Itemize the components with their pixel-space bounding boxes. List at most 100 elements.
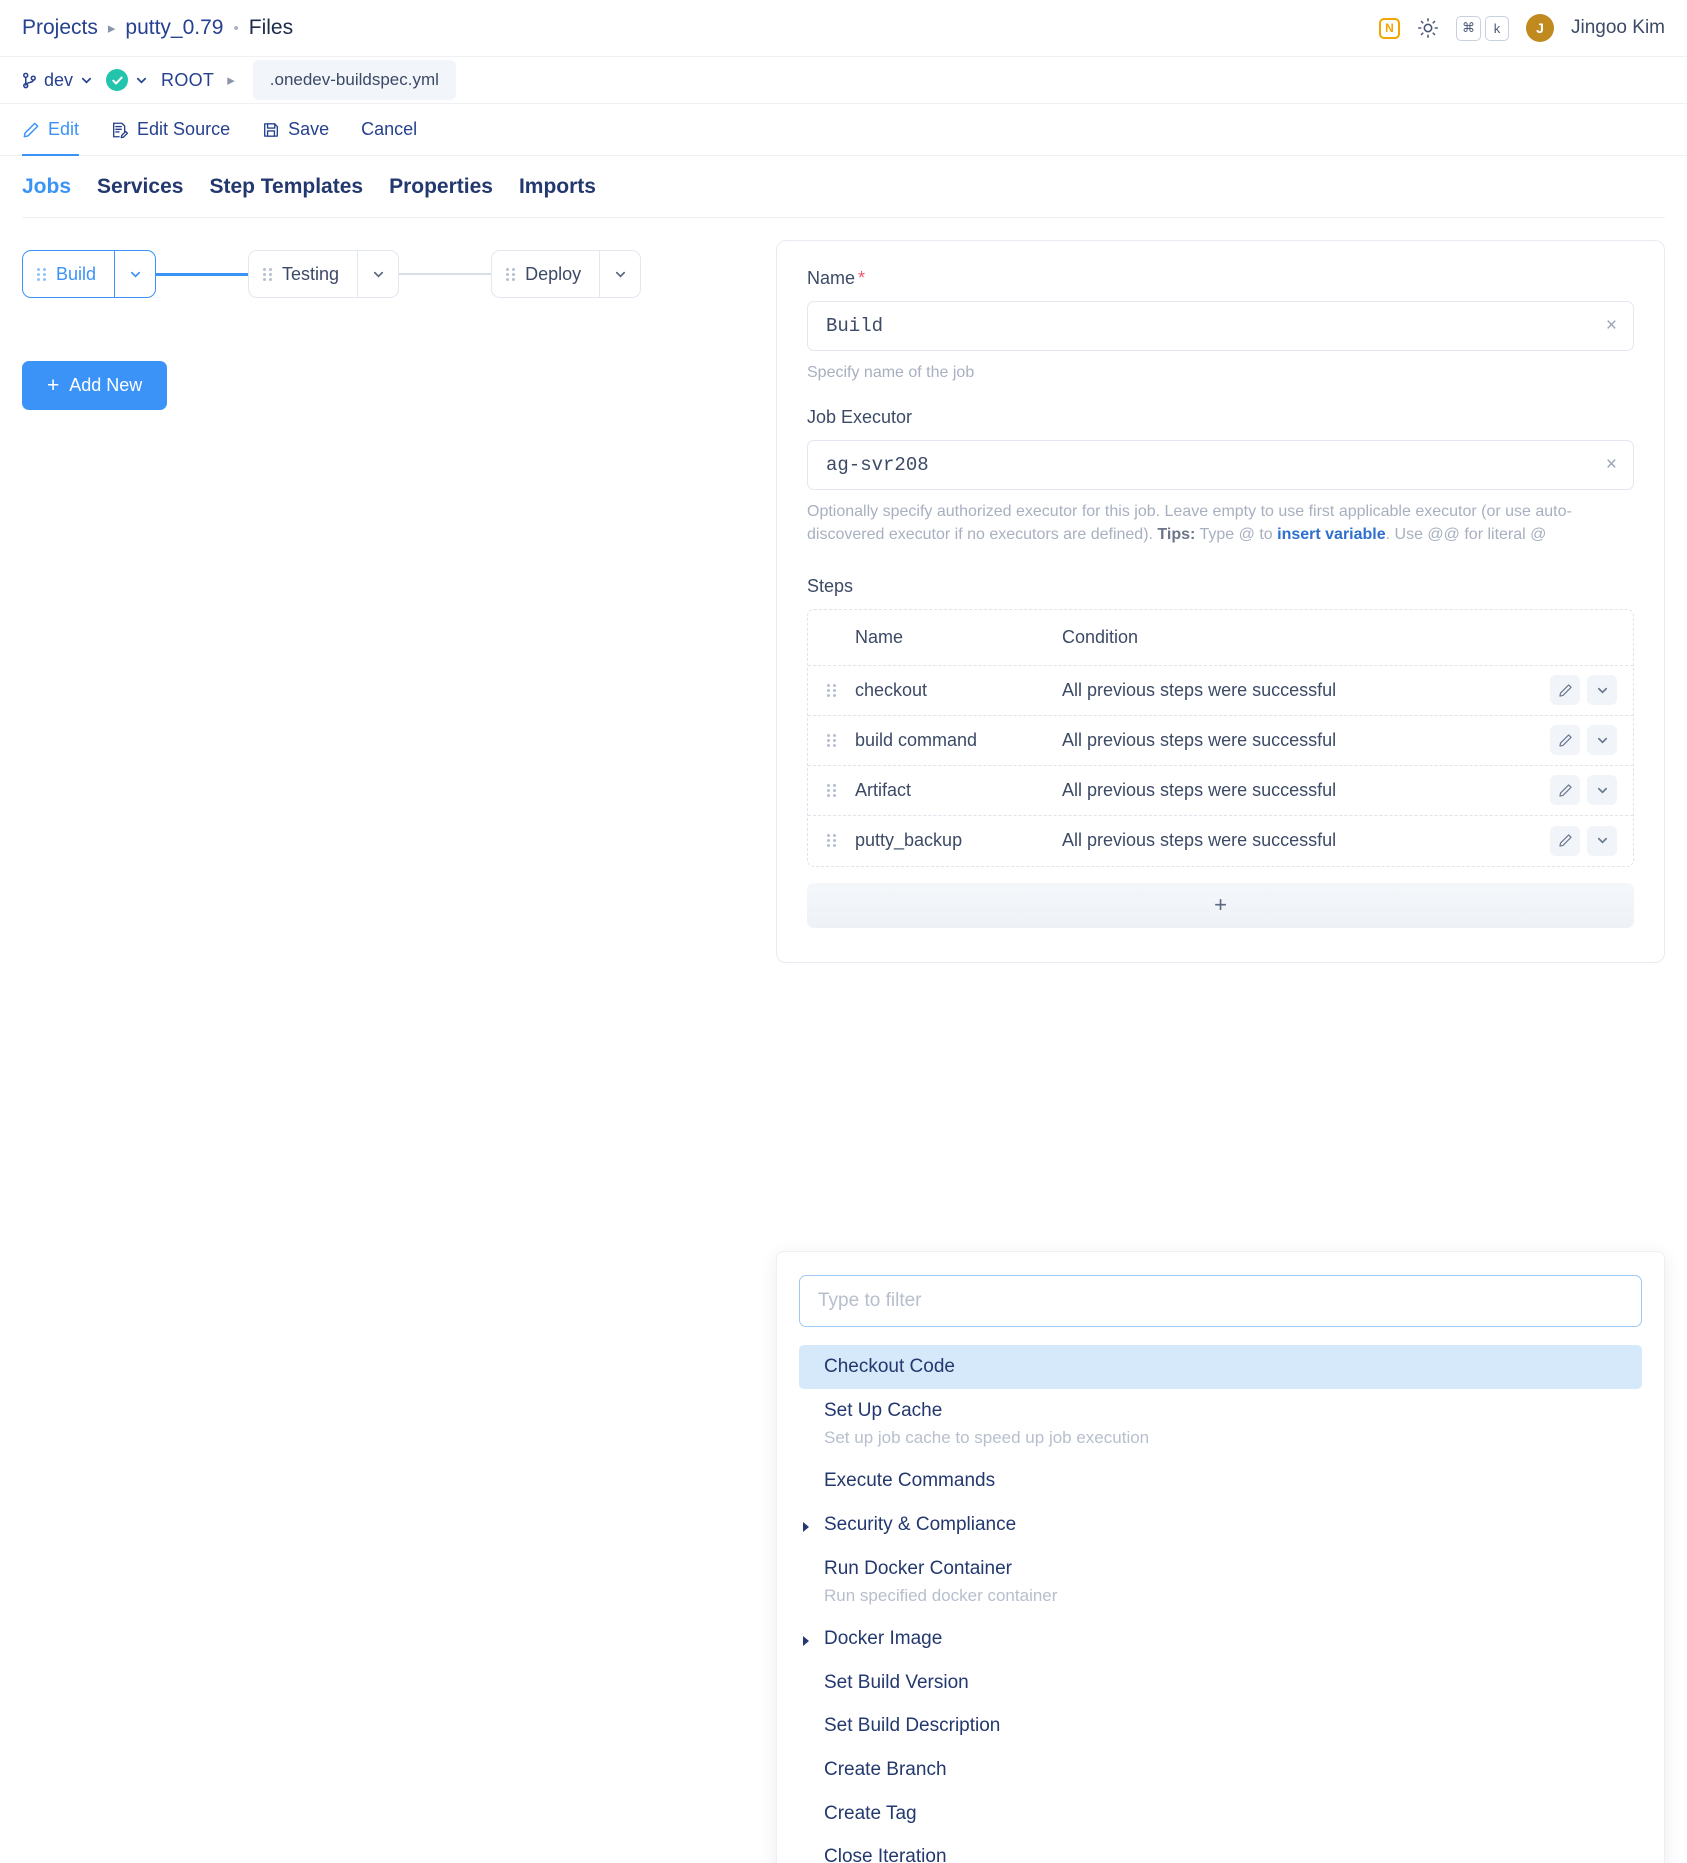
menu-item-create-branch[interactable]: Create Branch (799, 1748, 1642, 1792)
table-row[interactable]: putty_backup All previous steps were suc… (808, 816, 1633, 866)
step-condition: All previous steps were successful (1062, 679, 1337, 700)
branch-bar: dev ROOT ▸ .onedev-buildspec.yml (0, 57, 1687, 104)
top-bar: Projects ▸ putty_0.79 • Files N ⌘ k J Ji… (0, 0, 1687, 57)
job-node-build[interactable]: Build (22, 250, 157, 298)
job-node-build-menu[interactable] (114, 251, 155, 297)
steps-table: Name Condition checkout All previous ste… (807, 608, 1634, 867)
breadcrumb-section[interactable]: Files (249, 16, 293, 40)
job-node-deploy-main[interactable]: Deploy (492, 251, 599, 297)
edit-step-button[interactable] (1550, 825, 1580, 856)
drag-handle-icon[interactable] (827, 834, 836, 848)
job-node-testing-menu[interactable] (357, 251, 398, 297)
menu-item-run-docker-container[interactable]: Run Docker Container Run specified docke… (799, 1547, 1642, 1618)
branch-selector[interactable]: dev (22, 70, 93, 91)
edit-button[interactable]: Edit (22, 104, 95, 156)
path-root[interactable]: ROOT (161, 70, 214, 91)
step-name: Artifact (855, 779, 912, 800)
menu-item-body: Set Build Description (824, 1713, 1642, 1739)
keyboard-shortcut[interactable]: ⌘ k (1456, 15, 1509, 41)
row-drag-handle[interactable] (808, 683, 855, 697)
build-status-selector[interactable] (106, 69, 148, 91)
add-step-button[interactable]: + (807, 882, 1634, 928)
menu-item-docker-image[interactable]: Docker Image (799, 1617, 1642, 1661)
row-actions (1550, 825, 1633, 856)
menu-item-label: Create Tag (824, 1802, 917, 1824)
menu-item-create-tag[interactable]: Create Tag (799, 1792, 1642, 1836)
kbd-k[interactable]: k (1485, 15, 1509, 41)
chevron-right-icon (799, 1512, 824, 1537)
drag-handle-icon[interactable] (263, 267, 273, 281)
new-badge-icon[interactable]: N (1379, 17, 1400, 39)
job-node-build-main[interactable]: Build (23, 251, 114, 297)
required-asterisk: * (858, 268, 866, 288)
cancel-label: Cancel (361, 119, 418, 139)
step-menu-button[interactable] (1587, 775, 1617, 806)
tab-services[interactable]: Services (97, 175, 183, 199)
step-menu-button[interactable] (1587, 675, 1617, 706)
file-path-pill[interactable]: .onedev-buildspec.yml (252, 60, 456, 100)
breadcrumb-project[interactable]: putty_0.79 (125, 16, 223, 40)
table-row[interactable]: build command All previous steps were su… (808, 716, 1633, 766)
menu-item-execute-commands[interactable]: Execute Commands (799, 1459, 1642, 1503)
executor-input[interactable]: ag-svr208 × (807, 440, 1634, 491)
chevron-down-icon (136, 77, 147, 84)
table-row[interactable]: Artifact All previous steps were success… (808, 766, 1633, 816)
top-bar-actions: N ⌘ k J Jingoo Kim (1379, 14, 1665, 42)
job-node-testing[interactable]: Testing (248, 250, 400, 298)
drag-handle-icon[interactable] (827, 783, 836, 797)
menu-item-label: Checkout Code (824, 1356, 955, 1377)
row-drag-handle[interactable] (808, 783, 855, 797)
name-clear-icon[interactable]: × (1606, 315, 1617, 337)
job-form-card: Name * Build × Specify name of the job Jo… (776, 240, 1665, 1863)
step-filter-input[interactable] (799, 1275, 1642, 1327)
menu-item-body: Set Up Cache Set up job cache to speed u… (824, 1398, 1642, 1451)
edit-source-button[interactable]: Edit Source (95, 104, 246, 155)
row-drag-handle[interactable] (808, 834, 855, 848)
check-circle-icon (106, 69, 129, 91)
avatar[interactable]: J (1526, 14, 1554, 42)
menu-item-set-up-cache[interactable]: Set Up Cache Set up job cache to speed u… (799, 1389, 1642, 1460)
menu-item-set-build-version[interactable]: Set Build Version (799, 1661, 1642, 1705)
name-input[interactable]: Build × (807, 301, 1634, 351)
menu-item-description: Run specified docker container (824, 1586, 1058, 1606)
drag-handle-icon[interactable] (827, 683, 836, 697)
breadcrumb-projects[interactable]: Projects (22, 16, 98, 40)
job-node-deploy[interactable]: Deploy (491, 250, 642, 298)
drag-handle-icon[interactable] (506, 267, 516, 281)
add-new-button[interactable]: + Add New (22, 361, 168, 410)
row-drag-handle[interactable] (808, 733, 855, 747)
save-disk-icon (264, 122, 279, 137)
edit-step-button[interactable] (1550, 675, 1580, 706)
menu-item-close-iteration[interactable]: Close Iteration (799, 1835, 1642, 1863)
menu-item-body: Close Iteration (824, 1844, 1642, 1863)
name-field-label: Name * (807, 268, 1634, 289)
insert-variable-link[interactable]: insert variable (1277, 526, 1386, 543)
kbd-command-icon[interactable]: ⌘ (1456, 15, 1481, 41)
executor-clear-icon[interactable]: × (1606, 454, 1617, 476)
executor-help-text: Optionally specify authorized executor f… (807, 500, 1634, 546)
tab-properties[interactable]: Properties (389, 175, 493, 199)
cancel-button[interactable]: Cancel (345, 104, 433, 155)
menu-item-label: Docker Image (824, 1628, 943, 1650)
username-label[interactable]: Jingoo Kim (1571, 17, 1665, 39)
pipeline-connector-1 (156, 272, 249, 276)
tab-step-templates[interactable]: Step Templates (209, 175, 363, 199)
menu-item-checkout-code[interactable]: Checkout Code (799, 1345, 1642, 1389)
save-button[interactable]: Save (246, 104, 345, 155)
chevron-down-icon (373, 271, 383, 278)
edit-step-button[interactable] (1550, 725, 1580, 756)
tab-imports[interactable]: Imports (519, 175, 596, 199)
drag-handle-icon[interactable] (37, 267, 46, 281)
menu-item-set-build-description[interactable]: Set Build Description (799, 1704, 1642, 1748)
menu-item-label: Security & Compliance (824, 1513, 1017, 1535)
step-menu-button[interactable] (1587, 725, 1617, 756)
drag-handle-icon[interactable] (827, 733, 836, 747)
job-node-deploy-menu[interactable] (599, 251, 640, 297)
menu-item-security-compliance[interactable]: Security & Compliance (799, 1503, 1642, 1547)
brightness-icon[interactable] (1417, 17, 1439, 39)
step-menu-button[interactable] (1587, 825, 1617, 856)
job-node-testing-main[interactable]: Testing (249, 251, 357, 297)
table-row[interactable]: checkout All previous steps were success… (808, 666, 1633, 716)
tab-jobs[interactable]: Jobs (22, 175, 71, 199)
edit-step-button[interactable] (1550, 775, 1580, 806)
